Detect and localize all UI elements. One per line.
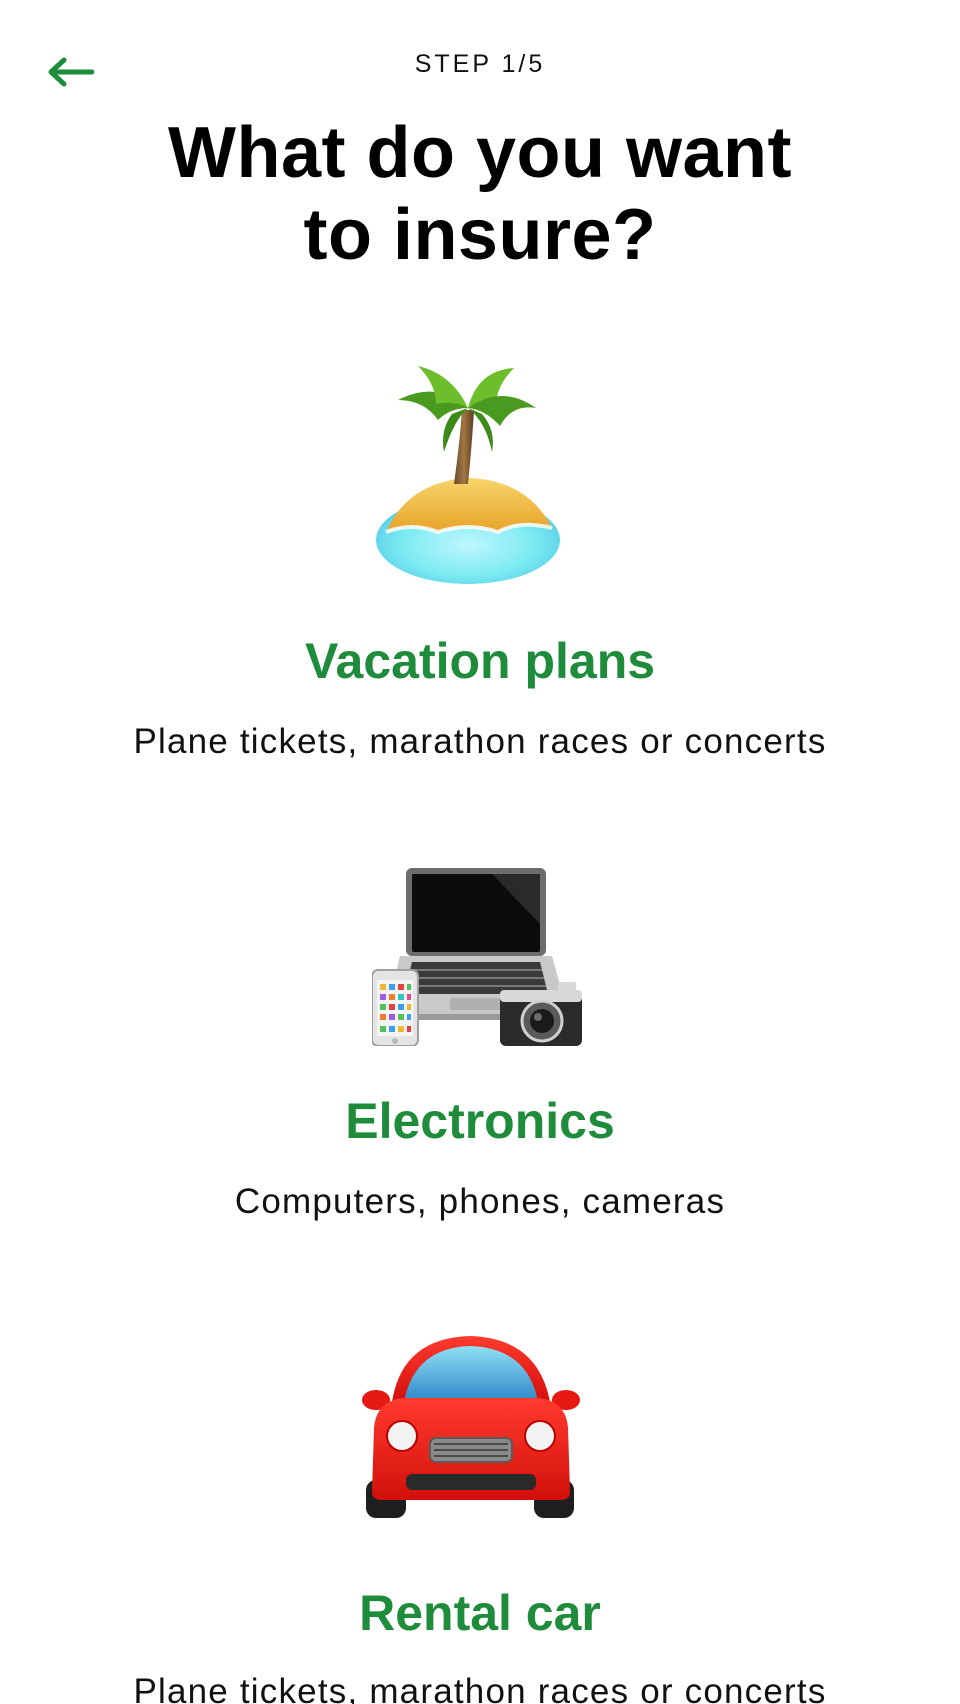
option-description: Plane tickets, marathon races or concert… — [133, 722, 827, 761]
option-description: Plane tickets, marathon races or concert… — [133, 1672, 827, 1704]
step-indicator: STEP 1/5 — [414, 50, 546, 78]
page-title-line-1: What do you want — [168, 113, 792, 193]
car-icon — [362, 1336, 580, 1518]
option-title: Electronics — [345, 1093, 615, 1149]
option-rental-car[interactable]: Rental car Plane tickets, marathon races… — [0, 1322, 960, 1704]
electronics-icon — [372, 868, 582, 1046]
desert-island-icon — [376, 366, 560, 584]
option-description: Computers, phones, cameras — [234, 1182, 726, 1221]
page-title: What do you want to insure? — [100, 112, 860, 276]
page-title-line-2: to insure? — [303, 195, 657, 275]
option-title: Vacation plans — [304, 633, 656, 689]
option-electronics[interactable]: Electronics Computers, phones, cameras — [0, 856, 960, 1236]
insurance-step-page: STEP 1/5 What do you want to insure? Vac… — [0, 0, 960, 1704]
option-title: Rental car — [359, 1585, 601, 1641]
option-vacation-plans[interactable]: Vacation plans Plane tickets, marathon r… — [0, 350, 960, 770]
